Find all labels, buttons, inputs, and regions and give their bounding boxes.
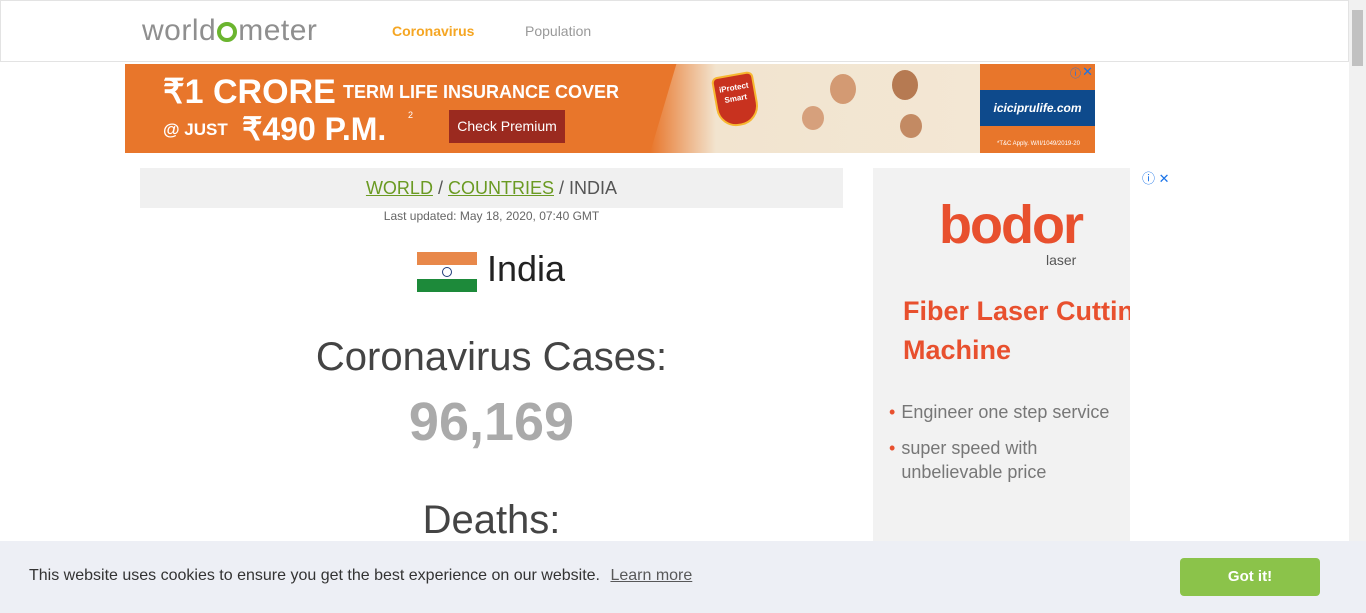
breadcrumb-current: INDIA [569, 178, 618, 198]
ad-bullet: • Engineer one step service [889, 402, 1110, 422]
india-flag-icon [417, 252, 477, 292]
top-banner-ad[interactable]: ₹1 CRORE TERM LIFE INSURANCE COVER @ JUS… [125, 64, 1095, 153]
ad-site-link[interactable]: iciciprulife.com [980, 90, 1095, 126]
side-ad-controls: ⓘ ✕ [1142, 168, 1170, 187]
top-navbar: world meter Coronavirus Population [0, 0, 1349, 62]
got-it-button[interactable]: Got it! [1180, 558, 1320, 596]
page-scrollbar[interactable] [1349, 0, 1366, 613]
ad-brand-logo: bodor [939, 195, 1084, 255]
ad-brand-sub: laser [1046, 252, 1077, 268]
check-premium-button[interactable]: Check Premium [449, 110, 565, 143]
ad-bullet: • super speed with unbelievable price [889, 438, 1047, 482]
cases-label: Coronavirus Cases: [315, 335, 668, 379]
breadcrumb-separator: / [559, 178, 565, 198]
country-name: India [487, 248, 566, 289]
breadcrumb-separator: / [437, 178, 443, 198]
ad-headline-amount: ₹1 CRORE [163, 73, 336, 111]
ad-price: ₹490 P.M. [242, 111, 387, 147]
ad-price-superscript: 2 [408, 110, 414, 120]
family-illustration [790, 70, 940, 153]
worldometer-logo[interactable]: world meter [142, 14, 317, 48]
ad-info-icon[interactable]: ⓘ [1142, 171, 1155, 186]
breadcrumb-countries[interactable]: COUNTRIES [448, 178, 554, 198]
ad-info-icon[interactable]: ⓘ [1070, 65, 1081, 81]
ad-at-just: @ JUST [163, 120, 228, 139]
ad-terms: *T&C Apply. W/II/1049/2019-20 [997, 141, 1080, 147]
nav-coronavirus[interactable]: Coronavirus [392, 23, 474, 39]
learn-more-link[interactable]: Learn more [610, 567, 692, 584]
ad-headline-text: TERM LIFE INSURANCE COVER [343, 82, 620, 102]
cookie-message: This website uses cookies to ensure you … [29, 567, 600, 584]
cases-value: 96,169 [408, 392, 575, 452]
ad-close-icon[interactable]: ✕ [1082, 64, 1093, 80]
last-updated: Last updated: May 18, 2020, 07:40 GMT [383, 209, 600, 223]
side-banner-ad[interactable]: bodor laser Fiber Laser Cutting Machine … [873, 168, 1130, 548]
cookie-message-container: This website uses cookies to ensure you … [29, 567, 692, 585]
ad-side-headline: Fiber Laser Cutting Machine [903, 296, 1130, 365]
scrollbar-thumb[interactable] [1352, 10, 1363, 66]
breadcrumb: WORLD / COUNTRIES / INDIA [140, 168, 843, 208]
ad-close-icon[interactable]: ✕ [1159, 171, 1170, 186]
nav-population[interactable]: Population [525, 23, 591, 39]
logo-ring-icon [217, 22, 238, 42]
breadcrumb-world[interactable]: WORLD [366, 178, 433, 198]
deaths-label: Deaths: [422, 498, 561, 542]
cookie-banner: This website uses cookies to ensure you … [0, 541, 1366, 613]
